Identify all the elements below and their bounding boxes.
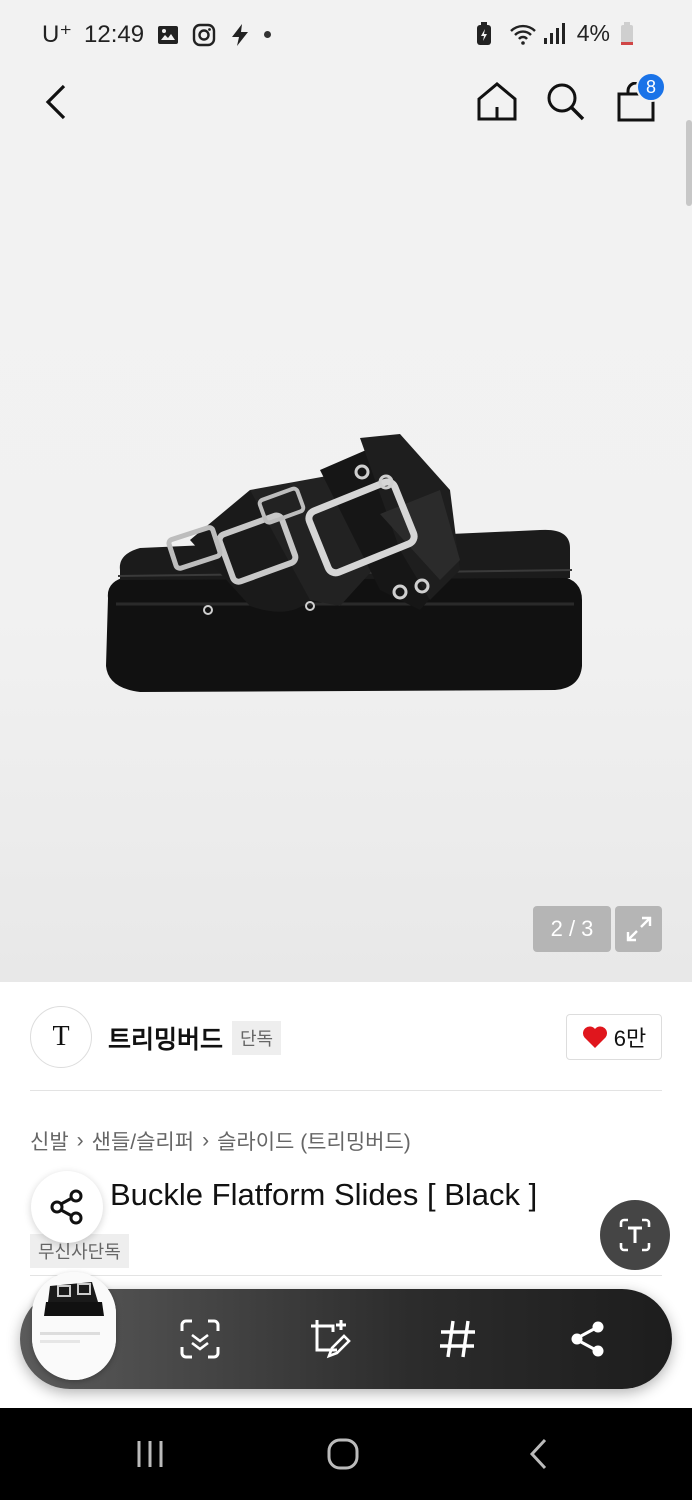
system-nav-bar (0, 1408, 692, 1500)
expand-icon (626, 916, 651, 942)
cart-button[interactable]: 8 (612, 72, 666, 126)
home-button[interactable] (474, 78, 520, 124)
expand-button[interactable] (615, 906, 662, 952)
brand-logo-text: T (52, 1021, 70, 1052)
scan-icon (180, 1319, 220, 1359)
instagram-icon (192, 23, 216, 47)
capture-thumbnail[interactable] (32, 1272, 116, 1380)
recent-apps-button[interactable] (126, 1430, 174, 1478)
cart-count-badge: 8 (636, 72, 666, 102)
hashtag-button[interactable] (434, 1315, 482, 1363)
share-icon (571, 1321, 604, 1357)
search-button[interactable] (542, 78, 588, 124)
back-nav-button[interactable] (514, 1430, 562, 1478)
breadcrumb-item-shoes[interactable]: 신발 (30, 1126, 69, 1156)
chevron-right-icon: › (76, 1129, 84, 1152)
battery-saver-icon (475, 21, 499, 46)
back-nav-icon (529, 1438, 547, 1470)
scan-button[interactable] (176, 1315, 224, 1363)
toolbar-share-button[interactable] (564, 1315, 612, 1363)
edit-crop-icon (311, 1320, 351, 1359)
breadcrumb-item-slides[interactable]: 슬라이드 (트리밍버드) (217, 1126, 411, 1156)
product-gallery[interactable]: 8 2 / 3 (0, 70, 692, 982)
gallery-icon (156, 23, 180, 47)
share-icon (50, 1189, 83, 1225)
signal-icon (543, 22, 567, 46)
text-extract-icon (619, 1218, 651, 1252)
edit-crop-button[interactable] (306, 1315, 354, 1363)
home-nav-button[interactable] (319, 1430, 367, 1478)
back-icon (45, 84, 66, 120)
product-title: Buckle Flatform Slides [ Black ] (30, 1177, 537, 1213)
status-bar: U⁺ 12:49 4% (0, 0, 692, 70)
product-title-text: Buckle Flatform Slides [ Black ] (110, 1177, 538, 1212)
heart-icon (582, 1026, 607, 1048)
clock: 12:49 (84, 20, 145, 48)
breadcrumb: 신발 › 샌들/슬리퍼 › 슬라이드 (트리밍버드) (30, 1126, 411, 1156)
like-button[interactable]: 6만 (566, 1014, 662, 1060)
scrollbar[interactable] (686, 120, 692, 206)
wifi-icon (509, 22, 536, 46)
battery-percent: 4% (576, 20, 610, 46)
share-float-button[interactable] (31, 1171, 103, 1243)
carrier-label: U⁺ (42, 21, 72, 48)
flash-icon (228, 23, 252, 47)
capture-toolbar (20, 1289, 672, 1389)
exclusive-tag: 단독 (232, 1021, 282, 1055)
battery-icon (620, 21, 644, 46)
back-button[interactable] (36, 82, 76, 122)
product-thumbnail-image (32, 1272, 116, 1380)
brand-logo[interactable]: T (30, 1006, 92, 1068)
image-counter: 2 / 3 (533, 906, 611, 952)
divider (30, 1275, 662, 1276)
home-circle-icon (327, 1438, 359, 1470)
product-image (106, 434, 582, 692)
search-icon (547, 83, 585, 121)
notification-dot (264, 31, 272, 38)
breadcrumb-item-sandals[interactable]: 샌들/슬리퍼 (92, 1126, 194, 1156)
hashtag-icon (440, 1320, 475, 1358)
extract-text-button[interactable] (600, 1200, 670, 1270)
divider (30, 1090, 662, 1091)
recent-apps-icon (137, 1441, 163, 1467)
home-icon (477, 82, 517, 121)
like-count: 6만 (613, 1026, 647, 1051)
brand-row[interactable]: T 트리밍버드 단독 6만 (30, 1006, 662, 1068)
chevron-right-icon: › (202, 1129, 210, 1152)
brand-name[interactable]: 트리밍버드 (108, 1020, 223, 1056)
